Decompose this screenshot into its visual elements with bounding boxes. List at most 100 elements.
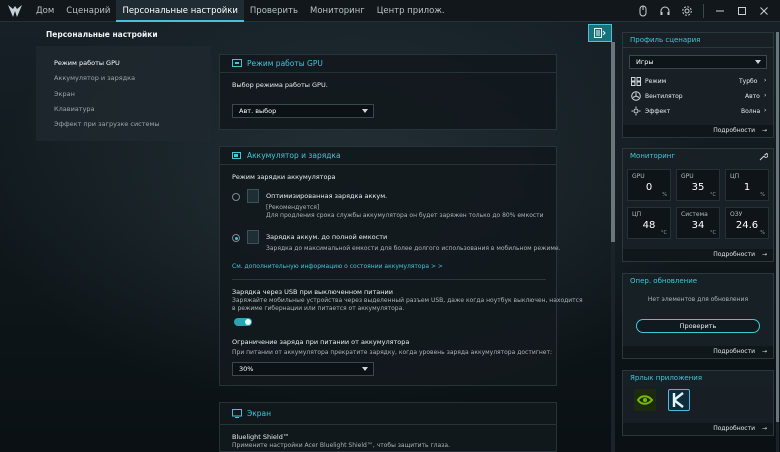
- right-scrollbar-thumb[interactable]: [776, 32, 779, 422]
- details-label: Подробности: [713, 127, 755, 134]
- nvidia-logo-icon: [636, 395, 654, 405]
- gpu-mode-card: Режим работы GPU Выбор режима работы GPU…: [219, 54, 557, 130]
- tile-unit: %: [760, 230, 765, 236]
- apps-details-link[interactable]: Подробности →: [623, 423, 773, 435]
- mode-icon: [631, 77, 641, 86]
- gpu-mode-value: Авт. выбор: [239, 107, 277, 115]
- profile-row-label: Режим: [645, 78, 667, 85]
- sidebar-item-boot-effect[interactable]: Эффект при загрузке системы: [54, 120, 160, 128]
- nav-home[interactable]: Дом: [30, 0, 60, 22]
- check-updates-button[interactable]: Проверить: [636, 319, 760, 333]
- wrench-icon[interactable]: [759, 152, 768, 161]
- update-details-link[interactable]: Подробности →: [623, 346, 773, 358]
- scenario-value: Игры: [636, 58, 654, 66]
- charge-limit-select[interactable]: 30%: [232, 362, 374, 376]
- nvidia-app-icon[interactable]: [634, 389, 656, 411]
- monitoring-details-link[interactable]: Подробности →: [623, 249, 773, 261]
- details-label: Подробности: [713, 251, 755, 258]
- right-scrollbar[interactable]: [776, 32, 779, 452]
- nav-check[interactable]: Проверить: [244, 0, 304, 22]
- nav-personal-settings[interactable]: Персональные настройки: [116, 0, 244, 22]
- monitor-tile-system-temp: Система 34 °C: [676, 207, 720, 239]
- monitoring-panel: Мониторинг GPU 0 % GPU 35 °C ЦП 1 % ЦП 4…: [622, 148, 774, 262]
- card-header: Экран: [220, 403, 556, 425]
- profile-row-label: Вентилятор: [645, 93, 683, 100]
- gpu-icon: [232, 59, 242, 67]
- card-header: Режим работы GPU: [220, 55, 556, 73]
- panel-title: Ярлык приложения: [630, 374, 703, 382]
- chevron-right-icon[interactable]: ›: [764, 92, 766, 99]
- battery-info-link[interactable]: См. дополнительную информацию о состояни…: [232, 263, 443, 270]
- mouse-icon[interactable]: [637, 5, 649, 17]
- nav-app-center[interactable]: Центр прилож.: [371, 0, 451, 22]
- nav-monitoring[interactable]: Мониторинг: [304, 0, 371, 22]
- scenario-profile-panel: Профиль сценария Игры Режим Турбо › Вент…: [622, 32, 774, 138]
- sidebar-item-battery[interactable]: Аккумулятор и зарядка: [54, 74, 135, 82]
- profile-row-label: Эффект: [645, 108, 671, 115]
- card-header: Аккумулятор и зарядка: [220, 147, 556, 165]
- bluelight-title: Bluelight Shield™: [232, 433, 290, 441]
- gpu-mode-select[interactable]: Авт. выбор: [232, 104, 374, 118]
- arrow-right-icon: →: [761, 425, 767, 432]
- killer-app-icon[interactable]: [668, 389, 690, 411]
- gpu-description: Выбор режима работы GPU.: [232, 81, 328, 89]
- opt1-title: Оптимизированная зарядка аккум.: [266, 192, 388, 200]
- maximize-icon[interactable]: [736, 5, 748, 17]
- battery-icon: [232, 152, 241, 159]
- opt1-recommended: [Рекомендуется]: [266, 204, 320, 211]
- limit-desc: При питании от аккумулятора прекратите з…: [232, 349, 552, 356]
- sidebar-item-keyboard[interactable]: Клавиатура: [54, 105, 95, 113]
- chevron-down-icon: [362, 367, 368, 371]
- tile-label: ЦП: [632, 211, 642, 218]
- sidebar-item-screen[interactable]: Экран: [54, 90, 75, 98]
- full-charge-radio[interactable]: [232, 234, 240, 242]
- usb-charge-toggle[interactable]: [234, 318, 252, 326]
- opt2-title: Зарядка аккум. до полной емкости: [266, 233, 388, 241]
- main-scrollbar-thumb[interactable]: [611, 42, 615, 242]
- chevron-down-icon: [362, 109, 368, 113]
- panel-title: Профиль сценария: [623, 33, 773, 48]
- battery-optimized-icon: [247, 189, 259, 203]
- effect-icon: [631, 106, 641, 116]
- optimized-charge-radio[interactable]: [232, 193, 240, 201]
- usb-charge-desc-1: Заряжайте мобильные устройства через выд…: [232, 297, 583, 304]
- headset-icon[interactable]: [659, 5, 671, 17]
- arrow-right-icon: →: [761, 348, 767, 355]
- battery-card: Аккумулятор и зарядка Режим зарядки акку…: [219, 146, 583, 386]
- chevron-right-icon[interactable]: ›: [764, 107, 766, 114]
- page-title: Персональные настройки: [46, 30, 158, 39]
- card-title: Режим работы GPU: [247, 59, 323, 68]
- profile-details-link[interactable]: Подробности →: [623, 125, 773, 137]
- monitor-tile-gpu-load: GPU 0 %: [627, 169, 671, 201]
- nav-scenario[interactable]: Сценарий: [60, 0, 116, 22]
- close-icon[interactable]: [758, 5, 770, 17]
- tile-unit: °C: [710, 230, 716, 236]
- battery-full-icon: [247, 230, 259, 244]
- usb-charge-title: Зарядка через USB при выключенном питани…: [232, 288, 393, 296]
- tile-label: Система: [681, 211, 708, 218]
- monitor-tile-gpu-temp: GPU 35 °C: [676, 169, 720, 201]
- minimize-icon[interactable]: [714, 5, 726, 17]
- charge-limit-value: 30%: [239, 365, 254, 373]
- panel-collapse-icon: [594, 28, 606, 38]
- main-scrollbar[interactable]: [611, 28, 615, 452]
- chevron-right-icon[interactable]: ›: [764, 77, 766, 84]
- scenario-select[interactable]: Игры: [629, 55, 767, 69]
- profile-row-value: Волна: [741, 108, 761, 115]
- monitor-tile-cpu-load: ЦП 1 %: [725, 169, 769, 201]
- live-update-panel: Опер. обновление Нет элементов для обнов…: [622, 273, 774, 359]
- profile-row-value: Турбо: [739, 78, 758, 85]
- screen-card: Экран Bluelight Shield™ Примените настро…: [219, 402, 557, 452]
- killer-logo-icon: [672, 392, 684, 408]
- screen-icon: [232, 409, 242, 418]
- gear-icon[interactable]: [681, 5, 693, 17]
- top-bar: Дом Сценарий Персональные настройки Пров…: [0, 0, 780, 22]
- main-nav: Дом Сценарий Персональные настройки Пров…: [30, 0, 451, 22]
- sidebar-item-gpu-mode[interactable]: Режим работы GPU: [54, 59, 120, 67]
- panel-title: Опер. обновление: [630, 277, 698, 285]
- tile-label: GPU: [632, 173, 645, 180]
- monitor-tile-ram: ОЗУ 24.6 %: [725, 207, 769, 239]
- predator-logo-icon: [8, 5, 22, 17]
- usb-charge-desc-2: в режиме гибернации или питается от акку…: [232, 305, 405, 312]
- right-panel-toggle[interactable]: [588, 24, 612, 42]
